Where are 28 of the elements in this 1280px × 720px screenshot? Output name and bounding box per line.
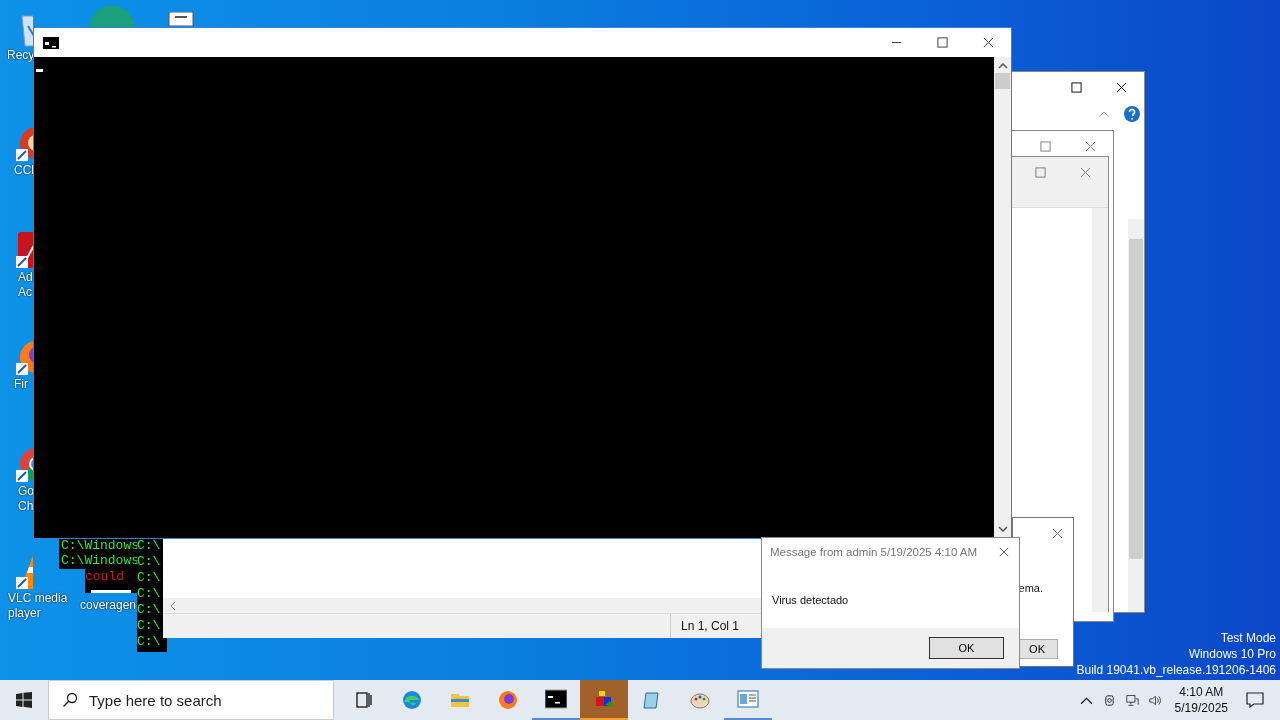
dialog-title: Message from admin 5/19/2025 4:10 AM — [770, 546, 978, 558]
system-info-text: Test Mode — [1220, 630, 1276, 646]
system-info-text: Windows 10 Pro — [1188, 646, 1276, 662]
ok-button[interactable]: OK — [929, 637, 1004, 659]
console-line: C:\ — [137, 618, 162, 634]
console-line: C:\ — [137, 554, 162, 570]
icon-label: Recy — [6, 48, 35, 63]
search-field[interactable]: Type here to search — [48, 680, 334, 720]
icon-label: Ad — [17, 270, 33, 285]
console-line: C:\ — [137, 602, 162, 618]
console-line: C:\ — [137, 586, 162, 602]
console-line: C:\ — [137, 634, 162, 650]
clock-time: 4:10 AM — [1179, 684, 1224, 700]
icon-label: CCl — [13, 163, 34, 178]
icon-label: Ch — [17, 499, 34, 514]
console-line: C:\ — [137, 570, 162, 586]
icon-label: Go — [17, 484, 34, 499]
clock-date: 5/19/2025 — [1174, 700, 1228, 716]
icon-label: VLC media — [7, 591, 68, 606]
icon-label: player — [7, 606, 41, 621]
icon-label: coveragen — [80, 598, 137, 613]
dialog-message: Virus detectado — [772, 594, 849, 606]
console-line: C:\ — [137, 538, 162, 554]
clock[interactable]: 4:10 AM 5/19/2025 — [1174, 684, 1228, 716]
icon-label: Ac — [17, 285, 32, 300]
icon-label: Fir — [13, 377, 28, 392]
console-line: could — [85, 569, 125, 584]
system-info-text: Build 19041.vb_release.191206-1406 — [1076, 662, 1276, 678]
